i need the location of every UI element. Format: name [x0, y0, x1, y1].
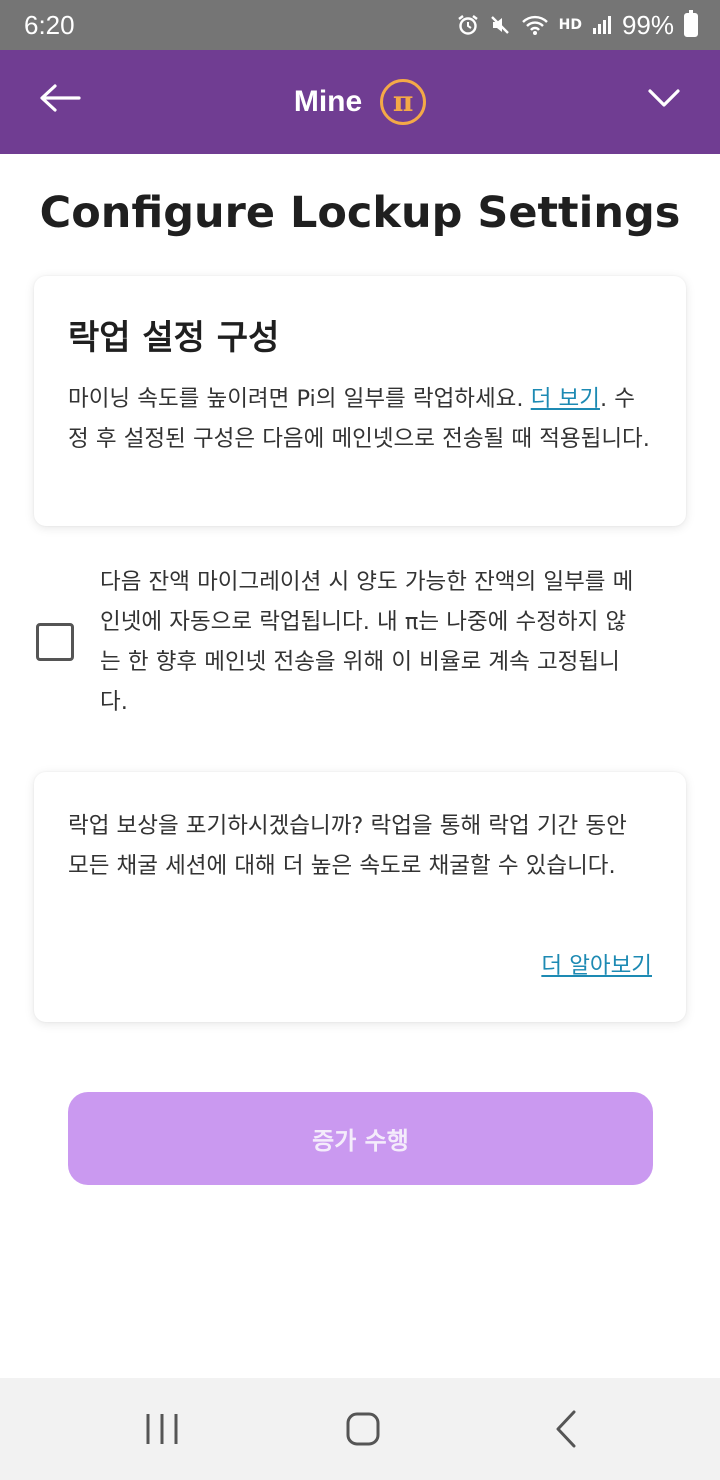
- home-icon: [346, 1412, 380, 1446]
- forfeit-text: 락업 보상을 포기하시겠습니까? 락업을 통해 락업 기간 동안 모든 채굴 세…: [68, 813, 627, 879]
- auto-lockup-label: 다음 잔액 마이그레이션 시 양도 가능한 잔액의 일부를 메인넷에 자동으로 …: [100, 569, 634, 715]
- battery-icon: [684, 10, 698, 37]
- alarm-icon: [457, 14, 479, 36]
- recents-icon: [146, 1414, 178, 1444]
- card-body-text: 마이닝 속도를 높이려면 Pi의 일부를 락업하세요.: [68, 386, 531, 412]
- hd-voice-icon: HD: [558, 17, 582, 33]
- app-bar: Mine π: [0, 50, 720, 154]
- back-button[interactable]: [38, 76, 82, 120]
- back-chevron-icon: [556, 1410, 576, 1448]
- lockup-info-card: 락업 설정 구성 마이닝 속도를 높이려면 Pi의 일부를 락업하세요. 더 보…: [34, 276, 686, 526]
- battery-percent: 99%: [621, 9, 674, 40]
- card-body: 마이닝 속도를 높이려면 Pi의 일부를 락업하세요. 더 보기. 수정 후 설…: [68, 379, 652, 459]
- nav-back-button[interactable]: [516, 1378, 616, 1480]
- app-title-group: Mine π: [293, 79, 427, 125]
- signal-icon: [592, 15, 612, 35]
- mute-icon: [489, 14, 511, 36]
- status-bar: 6:20 HD 99%: [0, 0, 720, 50]
- chevron-down-icon: [648, 89, 680, 107]
- app-title: Mine: [293, 85, 363, 118]
- status-time: 6:20: [24, 9, 75, 40]
- forfeit-rewards-card: 락업 보상을 포기하시겠습니까? 락업을 통해 락업 기간 동안 모든 채굴 세…: [34, 772, 686, 1022]
- auto-lockup-option: 다음 잔액 마이그레이션 시 양도 가능한 잔액의 일부를 메인넷에 자동으로 …: [36, 562, 686, 722]
- increase-button[interactable]: 증가 수행: [68, 1092, 653, 1185]
- auto-lockup-checkbox[interactable]: [36, 623, 74, 661]
- dropdown-button[interactable]: [644, 78, 684, 118]
- system-nav-bar: [0, 1378, 720, 1480]
- arrow-left-icon: [40, 84, 81, 112]
- pi-logo-icon: π: [380, 79, 427, 125]
- nav-recents-button[interactable]: [112, 1378, 212, 1480]
- page-title: Configure Lockup Settings: [39, 188, 681, 238]
- learn-more-link[interactable]: 더 알아보기: [541, 948, 652, 980]
- status-icons: HD 99%: [457, 10, 698, 41]
- wifi-icon: [521, 14, 549, 36]
- nav-home-button[interactable]: [313, 1378, 413, 1480]
- card-heading: 락업 설정 구성: [68, 318, 280, 358]
- see-more-link[interactable]: 더 보기: [531, 386, 600, 412]
